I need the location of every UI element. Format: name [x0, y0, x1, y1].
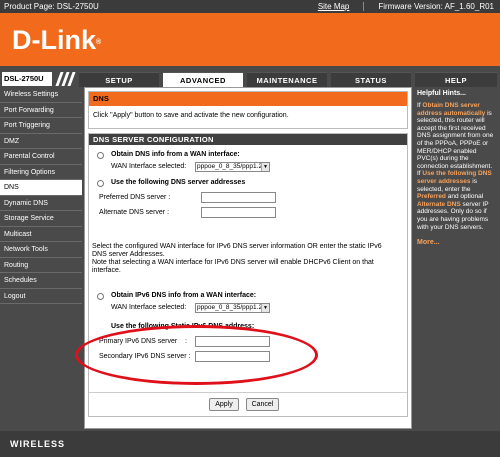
- sidebar-item-routing[interactable]: Routing: [0, 257, 82, 273]
- alternate-dns-label: Alternate DNS server :: [99, 209, 170, 216]
- wan-interface-value: pppoe_0_8_35/ppp1.2: [197, 163, 263, 170]
- tab-status[interactable]: STATUS: [331, 72, 411, 87]
- help-text-part: and optional: [445, 193, 484, 201]
- use-following-dns-label: Use the following DNS server addresses: [111, 179, 246, 186]
- footer-wireless-label: WIRELESS: [10, 439, 66, 449]
- chevron-down-icon: ▼: [261, 163, 269, 171]
- wan-interface-label: WAN Interface selected:: [111, 163, 187, 170]
- sidebar-item-schedules[interactable]: Schedules: [0, 273, 82, 289]
- help-text: If Obtain DNS server address automatical…: [414, 100, 498, 233]
- sidebar-item-multicast[interactable]: Multicast: [0, 226, 82, 242]
- ipv6-note-line-1: Select the configured WAN interface for …: [92, 243, 382, 250]
- obtain-ipv6-dns-radio[interactable]: [97, 293, 104, 300]
- sidebar-item-port-triggering[interactable]: Port Triggering: [0, 118, 82, 134]
- sidebar-item-port-forwarding[interactable]: Port Forwarding: [0, 102, 82, 118]
- sidebar-item-dns[interactable]: DNS: [0, 180, 82, 196]
- dns-section: DNS Click "Apply" button to save and act…: [88, 91, 408, 129]
- ipv6-note-line-4: interface.: [92, 267, 121, 274]
- dns-title: DNS: [89, 92, 407, 106]
- sidebar-menu: Wireless Settings Port Forwarding Port T…: [0, 87, 82, 427]
- help-highlight: Preferred: [417, 193, 446, 201]
- obtain-dns-radio[interactable]: [97, 152, 104, 159]
- config-title: DNS SERVER CONFIGURATION: [89, 134, 407, 145]
- ipv6-wan-interface-value: pppoe_0_8_35/ppp1.2: [197, 304, 263, 311]
- alternate-dns-input[interactable]: [201, 207, 276, 218]
- sidebar-item-wireless-settings[interactable]: Wireless Settings: [0, 87, 82, 103]
- top-bar: Product Page: DSL-2750U Site Map Firmware…: [0, 0, 500, 13]
- tab-setup[interactable]: SETUP: [79, 72, 159, 87]
- obtain-dns-label: Obtain DNS info from a WAN interface:: [111, 151, 240, 158]
- sidebar-item-filtering-options[interactable]: Filtering Options: [0, 164, 82, 180]
- sidebar-item-dmz[interactable]: DMZ: [0, 133, 82, 149]
- product-page-label: Product Page: DSL-2750U: [4, 2, 99, 11]
- model-label: DSL-2750U: [2, 72, 52, 86]
- help-highlight: Alternate DNS: [417, 200, 461, 208]
- ipv6-wan-interface-select[interactable]: pppoe_0_8_35/ppp1.2 ▼: [195, 303, 270, 313]
- preferred-dns-label: Preferred DNS server :: [99, 194, 171, 201]
- help-panel: Helpful Hints... If Obtain DNS server ad…: [414, 87, 498, 429]
- divider: [89, 392, 407, 393]
- registered-mark: ®: [96, 39, 102, 46]
- top-bar-divider: [363, 2, 365, 12]
- help-highlight: Obtain DNS server address automatically: [417, 102, 486, 117]
- logo-text: D-Link: [12, 25, 96, 55]
- chevron-down-icon: ▼: [261, 304, 269, 312]
- help-text-part: is selected, this router will accept the…: [417, 109, 494, 178]
- sidebar-item-logout[interactable]: Logout: [0, 288, 82, 304]
- red-ellipse-annotation: [75, 325, 318, 385]
- cancel-button[interactable]: Cancel: [246, 398, 279, 411]
- help-highlight: Use the following DNS server addresses: [417, 170, 492, 185]
- ipv6-wan-interface-label: WAN Interface selected:: [111, 304, 187, 311]
- tab-maintenance[interactable]: MAINTENANCE: [247, 72, 327, 87]
- sidebar-item-network-tools[interactable]: Network Tools: [0, 242, 82, 258]
- sidebar-item-dynamic-dns[interactable]: Dynamic DNS: [0, 195, 82, 211]
- dns-description: Click "Apply" button to save and activat…: [93, 112, 289, 119]
- top-bar-right: Site Map Firmware Version: AF_1.60_R01: [318, 0, 494, 13]
- use-following-dns-radio[interactable]: [97, 180, 104, 187]
- apply-button[interactable]: Apply: [209, 398, 239, 411]
- ipv6-note-line-2: DNS server Addresses.: [92, 251, 165, 258]
- tab-help[interactable]: HELP: [415, 72, 497, 87]
- brand-header: D-Link®: [0, 13, 500, 66]
- firmware-version: Firmware Version: AF_1.60_R01: [378, 2, 494, 11]
- router-admin-page: Product Page: DSL-2750U Site Map Firmware…: [0, 0, 500, 457]
- footer-bar: WIRELESS: [0, 431, 500, 457]
- sidebar-item-parental-control[interactable]: Parental Control: [0, 149, 82, 165]
- help-more-link[interactable]: More...: [414, 233, 498, 252]
- tab-row: DSL-2750U SETUP ADVANCED MAINTENANCE STA…: [0, 66, 500, 87]
- tab-advanced[interactable]: ADVANCED: [163, 72, 243, 87]
- wan-interface-select[interactable]: pppoe_0_8_35/ppp1.2 ▼: [195, 162, 270, 172]
- site-map-link[interactable]: Site Map: [318, 2, 350, 11]
- help-title: Helpful Hints...: [417, 90, 466, 97]
- obtain-ipv6-dns-label: Obtain IPv6 DNS info from a WAN interfac…: [111, 292, 257, 299]
- dlink-logo: D-Link®: [12, 25, 101, 55]
- preferred-dns-input[interactable]: [201, 192, 276, 203]
- ipv6-note-line-3: Note that selecting a WAN interface for …: [92, 259, 374, 266]
- sidebar-item-storage-service[interactable]: Storage Service: [0, 211, 82, 227]
